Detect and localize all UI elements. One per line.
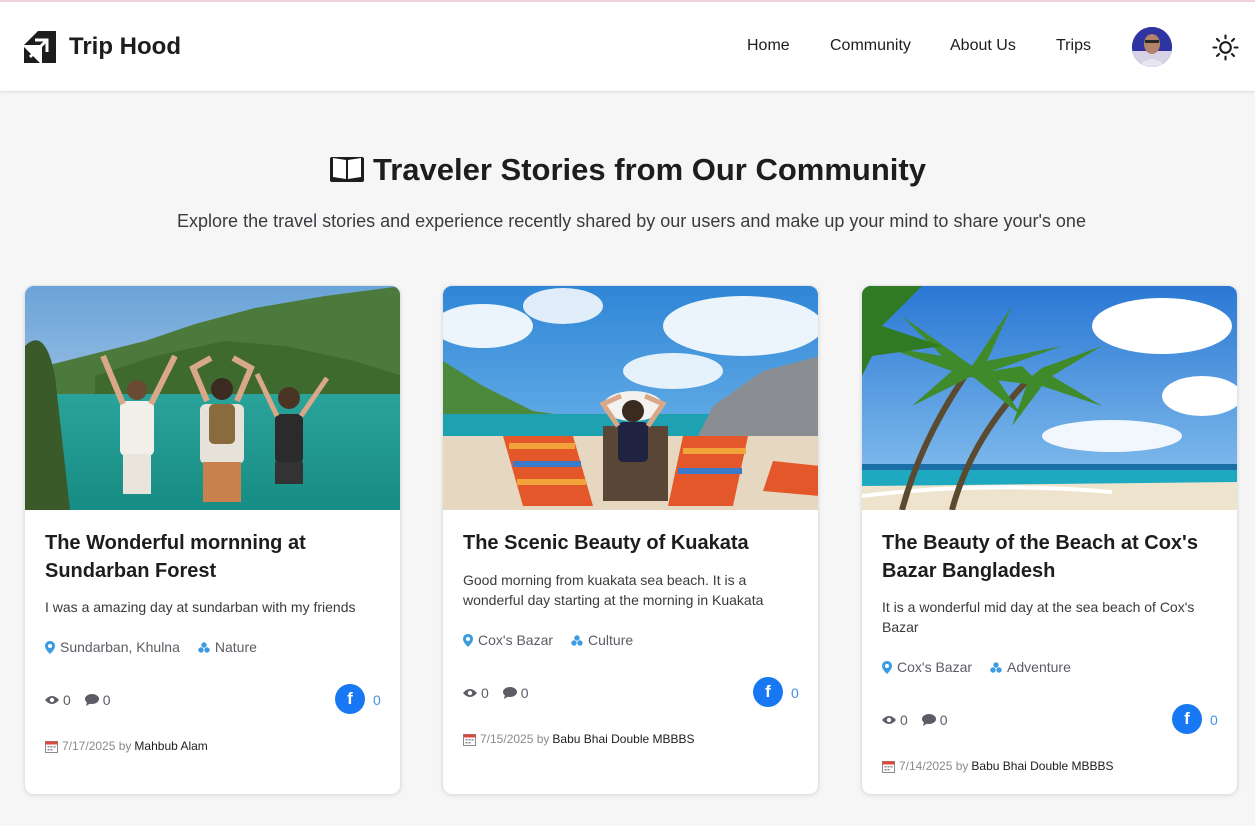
- map-pin-icon: [45, 640, 55, 654]
- story-date: 7/15/2025: [480, 732, 534, 746]
- facebook-icon: f: [765, 682, 771, 701]
- story-card[interactable]: The Wonderful mornning at Sundarban Fore…: [24, 285, 401, 795]
- story-description: Good morning from kuakata sea beach. It …: [463, 572, 764, 608]
- story-image[interactable]: [862, 286, 1237, 510]
- facebook-icon: f: [1184, 709, 1190, 728]
- by-label: by: [118, 739, 132, 753]
- comment-count: 0: [102, 692, 111, 708]
- eye-icon: [463, 689, 477, 697]
- tag-cluster-icon: [990, 661, 1002, 673]
- story-image[interactable]: [443, 286, 818, 510]
- comment-count: 0: [520, 685, 529, 701]
- story-description: It is a wonderful mid day at the sea bea…: [882, 599, 1195, 635]
- nav-trips[interactable]: Trips: [1056, 37, 1091, 55]
- story-stats: 0 0: [45, 692, 111, 708]
- story-author[interactable]: Babu Bhai Double MBBBS: [552, 732, 694, 746]
- story-category: Nature: [214, 639, 257, 655]
- story-footer: 7/14/2025 by Babu Bhai Double MBBBS: [882, 759, 1114, 773]
- book-icon: [330, 157, 364, 182]
- tag-cluster-icon: [571, 634, 583, 646]
- story-footer: 7/17/2025 by Mahbub Alam: [45, 739, 208, 753]
- map-pin-icon: [882, 660, 892, 674]
- sun-icon[interactable]: [1212, 34, 1239, 61]
- story-stats: 0 0: [882, 712, 948, 728]
- view-count: 0: [63, 692, 71, 708]
- map-pin-icon: [463, 633, 473, 647]
- story-meta: Cox's Bazar Adventure: [882, 659, 1071, 675]
- story-author[interactable]: Babu Bhai Double MBBBS: [971, 759, 1113, 773]
- story-title[interactable]: The Wonderful mornning at Sundarban Fore…: [45, 529, 385, 585]
- story-card[interactable]: The Beauty of the Beach at Cox's Bazar B…: [861, 285, 1238, 795]
- nav-about-us[interactable]: About Us: [950, 37, 1016, 55]
- navbar: Trip Hood Home Community About Us Trips: [0, 2, 1255, 92]
- share-count: 0: [791, 685, 799, 701]
- story-location: Sundarban, Khulna: [60, 639, 180, 655]
- by-label: by: [955, 759, 969, 773]
- page-title-text: Traveler Stories from Our Community: [373, 152, 926, 187]
- share-count: 0: [373, 692, 381, 708]
- view-count: 0: [481, 685, 489, 701]
- story-meta: Cox's Bazar Culture: [463, 632, 633, 648]
- nav-home[interactable]: Home: [747, 37, 790, 55]
- page-title: Traveler Stories from Our Community: [0, 152, 1255, 188]
- comment-icon[interactable]: [921, 714, 936, 726]
- story-image[interactable]: [25, 286, 400, 510]
- calendar-icon: [463, 733, 476, 746]
- story-location: Cox's Bazar: [897, 659, 973, 675]
- page-subtitle: Explore the travel stories and experienc…: [177, 211, 1086, 231]
- comment-icon[interactable]: [502, 687, 517, 699]
- story-date: 7/17/2025: [62, 739, 116, 753]
- story-author[interactable]: Mahbub Alam: [134, 739, 207, 753]
- story-date: 7/14/2025: [899, 759, 953, 773]
- story-category: Adventure: [1007, 659, 1071, 675]
- share-count: 0: [1210, 712, 1218, 728]
- story-title[interactable]: The Scenic Beauty of Kuakata: [463, 529, 803, 557]
- eye-icon: [882, 716, 896, 724]
- story-card[interactable]: The Scenic Beauty of Kuakata Good mornin…: [442, 285, 819, 795]
- calendar-icon: [45, 740, 58, 753]
- user-avatar[interactable]: [1132, 27, 1172, 67]
- story-category: Culture: [588, 632, 634, 648]
- nav-community[interactable]: Community: [830, 37, 911, 55]
- facebook-share-button[interactable]: f: [1172, 704, 1202, 734]
- story-description: I was a amazing day at sundarban with my…: [45, 599, 356, 615]
- by-label: by: [536, 732, 550, 746]
- facebook-share-button[interactable]: f: [753, 677, 783, 707]
- brand-name[interactable]: Trip Hood: [69, 33, 181, 61]
- facebook-icon: f: [347, 689, 353, 708]
- facebook-share-button[interactable]: f: [335, 684, 365, 714]
- story-location: Cox's Bazar: [478, 632, 554, 648]
- story-footer: 7/15/2025 by Babu Bhai Double MBBBS: [463, 732, 695, 746]
- calendar-icon: [882, 760, 895, 773]
- comment-count: 0: [939, 712, 948, 728]
- view-count: 0: [900, 712, 908, 728]
- story-stats: 0 0: [463, 685, 529, 701]
- eye-icon: [45, 696, 59, 704]
- comment-icon[interactable]: [84, 694, 99, 706]
- tag-cluster-icon: [198, 641, 210, 653]
- story-title[interactable]: The Beauty of the Beach at Cox's Bazar B…: [882, 529, 1222, 585]
- story-meta: Sundarban, Khulna Nature: [45, 639, 257, 655]
- trip-hood-logo-icon[interactable]: [24, 31, 56, 63]
